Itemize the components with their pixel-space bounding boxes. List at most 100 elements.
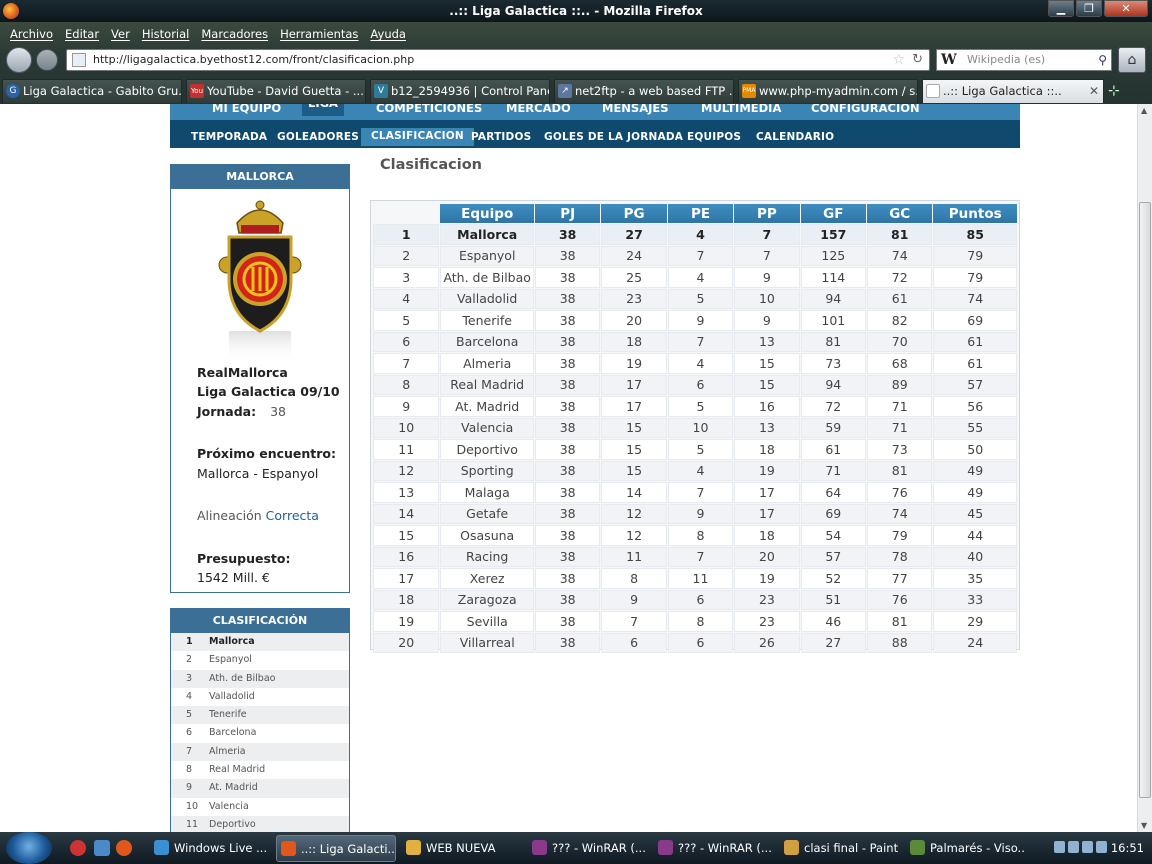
list-item[interactable]: 11 Deportivo	[171, 815, 349, 832]
table-row: 19 Sevilla 38 7 8 23 46 81 29	[373, 611, 1017, 632]
list-item[interactable]: 1 Mallorca	[171, 633, 349, 652]
subnav-temporada[interactable]: TEMPORADA	[191, 131, 267, 143]
list-item[interactable]: 3 Ath. de Bilbao	[171, 669, 349, 688]
stat-cell: 94	[800, 288, 867, 309]
team-cell: Getafe	[440, 503, 534, 524]
menu-marcadores[interactable]: Marcadores	[195, 22, 274, 44]
bookmark-star-icon[interactable]: ☆	[892, 50, 905, 70]
list-item[interactable]: 4 Valladolid	[171, 688, 349, 706]
menu-editar[interactable]: Editar	[59, 22, 105, 44]
menu-ver[interactable]: Ver	[105, 22, 136, 44]
subnav-goles-jornada[interactable]: GOLES DE LA JORNADA	[544, 131, 683, 143]
search-icon[interactable]: ⚲	[1098, 50, 1107, 70]
search-input[interactable]: W Wikipedia (es) ⚲	[936, 49, 1112, 71]
jornada-line: Jornada: 38	[197, 404, 286, 419]
nav-multimedia[interactable]: MULTIMEDIA	[701, 104, 781, 115]
nav-competiciones[interactable]: COMPETICIONES	[376, 104, 482, 115]
taskbar-item-label: ??? - WinRAR (...	[552, 841, 646, 855]
taskbar-item[interactable]: ..:: Liga Galacti...	[276, 835, 396, 862]
jornada-label: Jornada:	[197, 404, 257, 419]
power-icon[interactable]	[1082, 841, 1093, 853]
list-item[interactable]: 2 Espanyol	[171, 651, 349, 669]
column-header[interactable]: Equipo	[440, 204, 534, 223]
taskbar-item[interactable]: Windows Live ...	[150, 835, 270, 862]
stat-cell: 38	[534, 374, 601, 395]
nav-liga[interactable]: LIGA	[302, 104, 344, 116]
home-button[interactable]: ⌂	[1118, 47, 1146, 73]
clock[interactable]: 16:51	[1111, 832, 1144, 864]
scrollbar-thumb[interactable]	[1139, 202, 1151, 798]
quicklaunch-app-icon[interactable]	[94, 840, 110, 856]
reload-icon[interactable]: ↻	[912, 50, 923, 70]
mini-team: Tenerife	[209, 709, 247, 721]
stat-cell: 14	[601, 482, 667, 503]
forward-button[interactable]	[36, 49, 58, 71]
close-tab-icon[interactable]: ✕	[1089, 80, 1099, 103]
list-item[interactable]: 5 Tenerife	[171, 706, 349, 725]
taskbar-item[interactable]: WEB NUEVA	[402, 835, 522, 862]
tab-4[interactable]: ↗ net2ftp - a web based FTP ...	[554, 79, 734, 103]
back-button[interactable]	[6, 47, 32, 73]
stat-cell: 38	[534, 611, 601, 632]
maximize-button[interactable]: ❐	[1076, 0, 1102, 17]
stat-cell: 20	[601, 310, 667, 331]
stat-cell: 38	[534, 439, 601, 460]
column-header[interactable]: GF	[800, 204, 867, 223]
taskbar-item[interactable]: Palmarés - Viso...	[906, 835, 1026, 862]
tab-6-active[interactable]: ..:: Liga Galactica ::.. ✕	[922, 79, 1104, 103]
stat-cell: 18	[601, 331, 667, 352]
navigation-toolbar: http://ligagalactica.byethost12.com/fron…	[0, 44, 1152, 76]
subnav-calendario[interactable]: CALENDARIO	[756, 131, 834, 143]
menu-historial[interactable]: Historial	[136, 22, 196, 44]
taskbar-item[interactable]: ??? - WinRAR (...	[654, 835, 774, 862]
list-all-tabs-icon[interactable]: ⊹	[1108, 83, 1120, 99]
lineup-status-link[interactable]: Correcta	[266, 508, 319, 523]
column-header[interactable]: PG	[601, 204, 667, 223]
column-header[interactable]: GC	[867, 204, 933, 223]
menu-herramientas[interactable]: Herramientas	[274, 22, 364, 44]
subnav-goleadores[interactable]: GOLEADORES	[277, 131, 359, 143]
list-item[interactable]: 8 Real Madrid	[171, 761, 349, 779]
tab-5[interactable]: PMA www.php-myadmin.com / s...	[738, 79, 918, 103]
tab-2[interactable]: You YouTube - David Guetta - ...	[186, 79, 366, 103]
taskbar: Windows Live ... ..:: Liga Galacti... WEB …	[0, 832, 1152, 864]
subnav-partidos[interactable]: PARTIDOS	[471, 131, 531, 143]
start-button[interactable]	[6, 832, 52, 864]
tab-1[interactable]: G Liga Galactica - Gabito Gru...	[2, 79, 182, 103]
menu-archivo[interactable]: Archivo	[4, 22, 59, 44]
stat-cell: 85	[933, 224, 1017, 245]
scroll-down-icon[interactable]: ▼	[1141, 821, 1147, 830]
list-item[interactable]: 6 Barcelona	[171, 724, 349, 742]
taskbar-item[interactable]: ??? - WinRAR (...	[528, 835, 648, 862]
taskbar-app-icon	[154, 840, 169, 855]
tab-3[interactable]: V b12_2594936 | Control Panel	[370, 79, 550, 103]
taskbar-item[interactable]: clasi final - Paint	[780, 835, 900, 862]
nav-mi-equipo[interactable]: MI EQUIPO	[212, 104, 281, 115]
wikipedia-icon[interactable]: W	[941, 50, 957, 70]
nav-mercado[interactable]: MERCADO	[506, 104, 571, 115]
volume-icon[interactable]	[1068, 841, 1079, 853]
tray-app-icon[interactable]	[1096, 841, 1107, 853]
subnav-clasificacion[interactable]: CLASIFICACION	[361, 128, 474, 146]
subnav-equipos[interactable]: EQUIPOS	[687, 131, 741, 143]
column-header[interactable]: PP	[734, 204, 800, 223]
scroll-up-icon[interactable]: ▲	[1141, 106, 1147, 115]
list-item[interactable]: 7 Almeria	[171, 742, 349, 762]
page-scrollbar[interactable]: ▲ ▼	[1137, 104, 1152, 832]
quicklaunch-block-icon[interactable]	[70, 840, 86, 856]
menu-bar: Archivo Editar Ver Historial Marcadores …	[0, 22, 1152, 44]
url-input[interactable]: http://ligagalactica.byethost12.com/fron…	[66, 49, 930, 71]
column-header[interactable]: Puntos	[933, 204, 1017, 223]
column-header[interactable]: PE	[667, 204, 734, 223]
nav-mensajes[interactable]: MENSAJES	[602, 104, 669, 115]
stat-cell: 7	[667, 482, 734, 503]
network-icon[interactable]	[1054, 841, 1065, 853]
list-item[interactable]: 10 Valencia	[171, 798, 349, 816]
minimize-button[interactable]: ▁	[1048, 0, 1074, 17]
column-header[interactable]: PJ	[534, 204, 601, 223]
quicklaunch-firefox-icon[interactable]	[116, 840, 132, 856]
close-button[interactable]: ✕	[1104, 0, 1148, 17]
nav-configuracion[interactable]: CONFIGURACION	[811, 104, 920, 115]
list-item[interactable]: 9 At. Madrid	[171, 779, 349, 798]
menu-ayuda[interactable]: Ayuda	[364, 22, 412, 44]
